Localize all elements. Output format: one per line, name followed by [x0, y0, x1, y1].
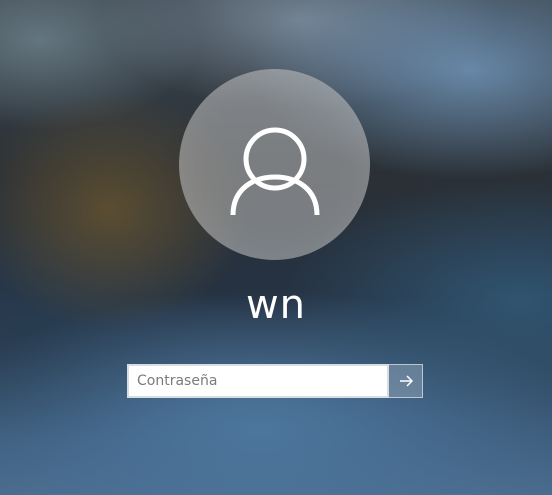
username: wn	[245, 282, 307, 328]
person-icon	[230, 127, 320, 216]
password-row	[127, 364, 423, 398]
password-input[interactable]	[127, 364, 389, 398]
lock-screen: wn	[0, 0, 552, 495]
avatar	[179, 69, 370, 260]
arrow-right-icon	[399, 375, 413, 387]
submit-button[interactable]	[389, 364, 423, 398]
